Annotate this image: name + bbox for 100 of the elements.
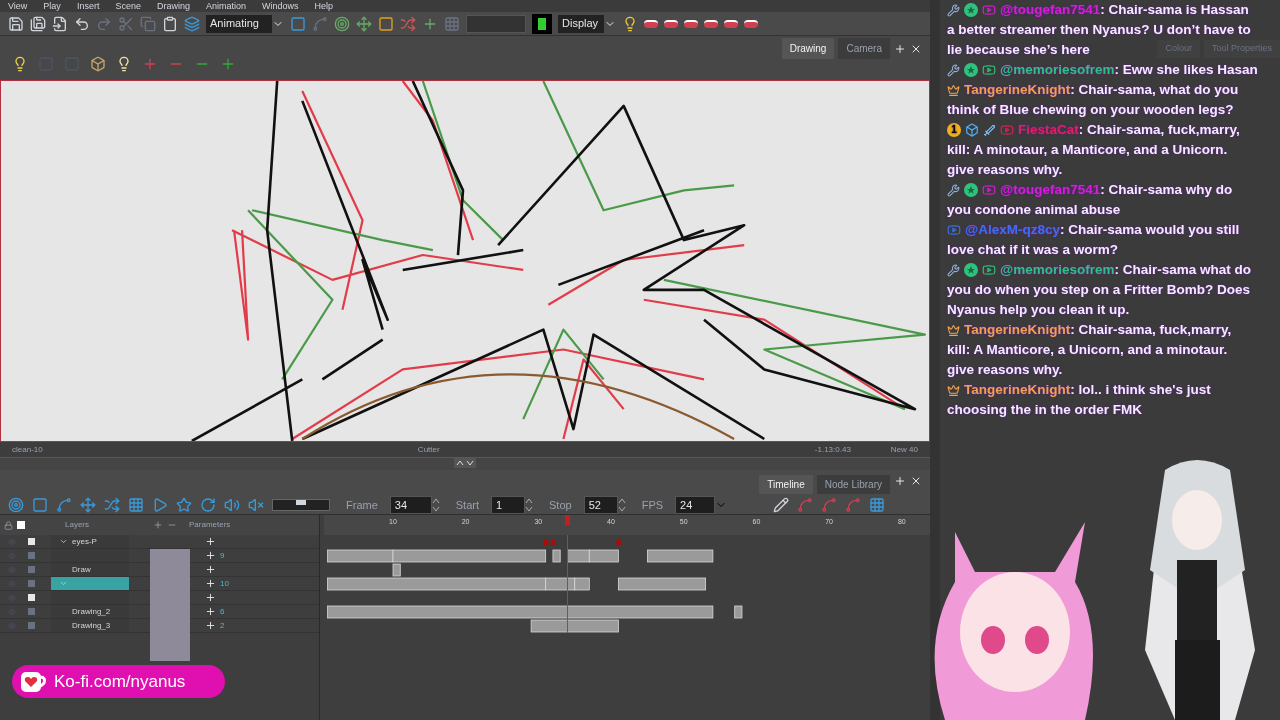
spinner-icon[interactable] <box>431 497 440 513</box>
flag-icon[interactable] <box>532 13 552 34</box>
import-icon[interactable] <box>52 15 68 32</box>
shuffle-icon[interactable] <box>104 497 120 513</box>
color-swatch-icon <box>17 521 25 529</box>
menu-item[interactable]: Windows <box>261 1 299 11</box>
wrench-icon <box>947 263 960 277</box>
layer-row[interactable]: Drawing_3 <box>51 619 129 632</box>
start-field[interactable]: 1 <box>491 496 525 514</box>
layer-row[interactable]: Drawing_2 <box>51 605 129 618</box>
close-icon[interactable] <box>910 475 922 487</box>
square-icon[interactable] <box>378 15 394 32</box>
square-icon[interactable] <box>290 15 306 32</box>
drawing-layer-icon[interactable] <box>704 19 718 28</box>
add-parameter-icon[interactable] <box>205 550 216 561</box>
line-icon[interactable] <box>773 497 790 513</box>
layer-name: Draw <box>72 563 91 576</box>
add-parameter-icon[interactable] <box>205 592 216 603</box>
drawing-layer-icon[interactable] <box>744 19 758 28</box>
view-tab[interactable]: Camera <box>838 38 890 59</box>
menu-item[interactable]: Play <box>43 1 61 11</box>
slider-thumb[interactable] <box>296 500 306 505</box>
box-icon[interactable] <box>90 56 106 72</box>
kofi-banner[interactable]: Ko-fi.com/nyanus <box>12 665 225 698</box>
lightbulb-icon[interactable] <box>116 56 132 72</box>
layer-row[interactable]: eyes-P <box>51 535 129 548</box>
chat-message-line: give reasons why. <box>947 361 1063 379</box>
spline-icon[interactable] <box>56 497 72 513</box>
add-parameter-icon[interactable] <box>205 536 216 547</box>
grid-icon[interactable] <box>444 15 460 32</box>
stop-field[interactable]: 52 <box>583 496 618 514</box>
square-icon[interactable] <box>32 497 48 513</box>
menu-item[interactable]: Animation <box>205 1 246 11</box>
add-parameter-icon[interactable] <box>205 578 216 589</box>
timeline-tab[interactable]: Node Library <box>816 475 890 494</box>
collapse-handle-icon[interactable] <box>454 458 476 468</box>
menu-item[interactable]: View <box>8 1 28 11</box>
plus-icon[interactable] <box>142 56 158 72</box>
drawing-layer-icon[interactable] <box>664 19 678 28</box>
spinner-icon[interactable] <box>617 497 626 513</box>
star-icon[interactable] <box>176 497 192 513</box>
menu-item[interactable]: Drawing <box>156 1 190 11</box>
timeline-tab[interactable]: Timeline <box>759 475 813 494</box>
menu-item[interactable]: Help <box>314 1 333 11</box>
fps-dropdown[interactable]: 24 <box>675 496 716 514</box>
chat-message-line: kill: A minotaur, a Manticore, and a Unicorn. <box>947 141 1228 159</box>
lock-icon[interactable] <box>4 520 13 530</box>
menu-item[interactable]: Scene <box>115 1 141 11</box>
add-parameter-icon[interactable] <box>205 606 216 617</box>
plus-icon[interactable] <box>220 56 236 72</box>
curve-icon[interactable] <box>821 497 838 513</box>
view-tab[interactable]: Drawing <box>781 38 835 59</box>
drawing-layer-icon[interactable] <box>684 19 698 28</box>
move-icon[interactable] <box>80 497 96 513</box>
spline-icon[interactable] <box>312 15 328 32</box>
add-layer-icon[interactable] <box>153 520 163 530</box>
mode-dropdown[interactable]: Animating <box>206 14 272 33</box>
display-dropdown[interactable]: Display <box>558 14 604 33</box>
panel-splitter[interactable] <box>930 0 940 720</box>
field-label: Stop <box>549 497 572 513</box>
expand-caret-icon[interactable] <box>59 537 68 546</box>
spinner-icon[interactable] <box>525 497 533 513</box>
menu-item[interactable]: Insert <box>76 1 100 11</box>
loop-icon[interactable] <box>200 497 216 513</box>
grid-icon[interactable] <box>128 497 144 513</box>
status-text: Cutter <box>417 443 440 456</box>
color-swatch-icon <box>28 538 35 545</box>
frame-field[interactable]: 34 <box>389 496 432 514</box>
redo-icon[interactable] <box>96 15 112 32</box>
sound-icon[interactable] <box>224 497 240 513</box>
copy-icon[interactable] <box>140 15 156 32</box>
chat-message-line: : Chair-sama is Hassan <box>1100 1 1249 19</box>
mute-icon[interactable] <box>248 497 264 513</box>
cut-icon[interactable] <box>118 15 134 32</box>
add-view-icon[interactable] <box>894 42 906 55</box>
drawing-layer-icon[interactable] <box>724 19 738 28</box>
curve-icon[interactable] <box>845 497 862 513</box>
parameter-value: 9 <box>220 549 225 562</box>
add-parameter-icon[interactable] <box>205 564 216 575</box>
target-icon[interactable] <box>8 497 24 513</box>
layers-icon[interactable] <box>184 15 200 32</box>
paste-icon[interactable] <box>162 15 178 32</box>
grid-icon[interactable] <box>869 497 886 513</box>
save-all-icon[interactable] <box>30 15 46 32</box>
drawing-layer-icon[interactable] <box>644 19 658 28</box>
chat-username: TangerineKnight <box>964 321 1071 339</box>
lightbulb-icon[interactable] <box>12 56 28 72</box>
move-icon[interactable] <box>356 15 372 32</box>
undo-icon[interactable] <box>74 15 90 32</box>
play-icon[interactable] <box>152 497 168 513</box>
add-view-icon[interactable] <box>894 475 906 487</box>
empty-dropdown[interactable] <box>466 14 526 33</box>
target-icon[interactable] <box>334 15 350 32</box>
curve-icon[interactable] <box>797 497 814 513</box>
crown-icon <box>947 323 960 337</box>
lightbulb-icon[interactable] <box>622 15 638 32</box>
save-icon[interactable] <box>8 15 24 32</box>
shuffle-icon[interactable] <box>400 15 416 32</box>
add-parameter-icon[interactable] <box>205 620 216 631</box>
layer-row[interactable]: Draw <box>51 563 129 576</box>
